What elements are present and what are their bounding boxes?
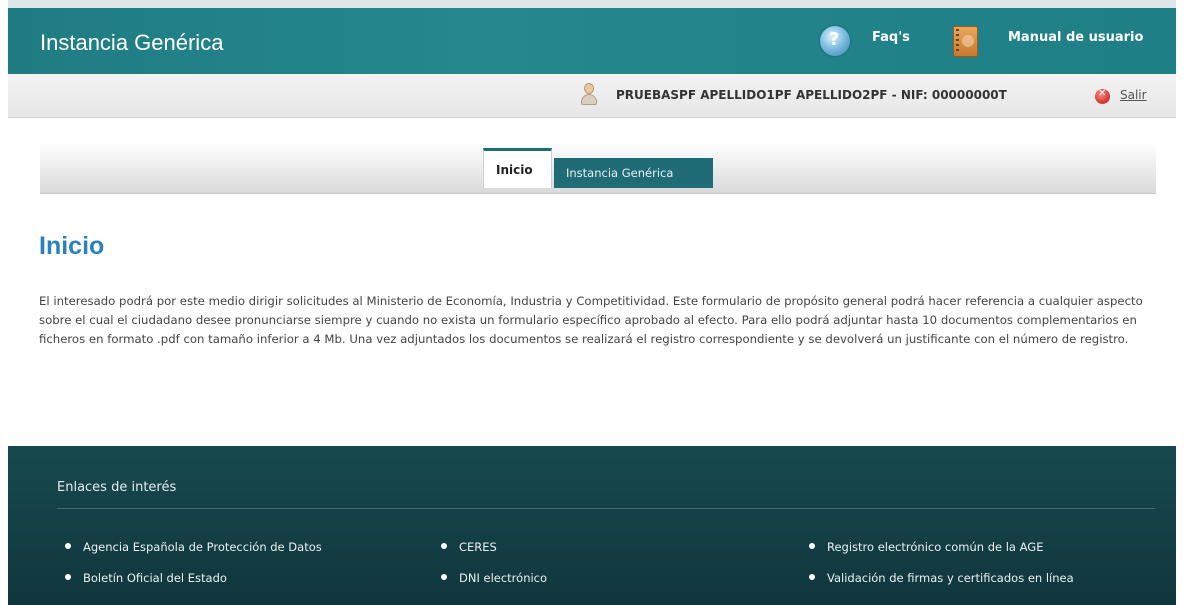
- top-header: Instancia Genérica ? Faq's Manual de usu…: [8, 0, 1176, 74]
- footer-divider: [57, 508, 1155, 509]
- tab-bar: Inicio Instancia Genérica: [40, 142, 1156, 194]
- user-info-bar: PRUEBASPF APELLIDO1PF APELLIDO2PF - NIF:…: [8, 74, 1176, 118]
- user-manual-book-icon[interactable]: [953, 26, 978, 57]
- logout-icon[interactable]: [1095, 88, 1110, 104]
- footer-link-boe[interactable]: Boletín Oficial del Estado: [65, 571, 227, 585]
- faq-help-icon[interactable]: ?: [820, 26, 850, 56]
- user-manual-link[interactable]: Manual de usuario: [1008, 30, 1143, 45]
- faq-link[interactable]: Faq's: [872, 30, 910, 45]
- footer-link-validacion-firmas[interactable]: Validación de firmas y certificados en l…: [809, 571, 1074, 585]
- footer-link-aepd[interactable]: Agencia Española de Protección de Datos: [65, 540, 322, 554]
- logout-link[interactable]: Salir: [1120, 88, 1147, 102]
- app-title: Instancia Genérica: [40, 30, 224, 55]
- intro-paragraph: El interesado podrá por este medio dirig…: [39, 294, 1143, 346]
- footer-title: Enlaces de interés: [57, 480, 177, 495]
- tab-instancia-generica[interactable]: Instancia Genérica: [554, 158, 713, 188]
- tab-inicio[interactable]: Inicio: [483, 148, 552, 188]
- footer-link-dni-electronico[interactable]: DNI electrónico: [441, 571, 547, 585]
- footer-links-section: Enlaces de interés Agencia Española de P…: [8, 446, 1176, 605]
- user-name-nif: PRUEBASPF APELLIDO1PF APELLIDO2PF - NIF:…: [616, 88, 1007, 102]
- footer-link-ceres[interactable]: CERES: [441, 540, 497, 554]
- footer-link-registro-age[interactable]: Registro electrónico común de la AGE: [809, 540, 1043, 554]
- page-title: Inicio: [39, 232, 105, 260]
- user-avatar-icon: [580, 83, 598, 107]
